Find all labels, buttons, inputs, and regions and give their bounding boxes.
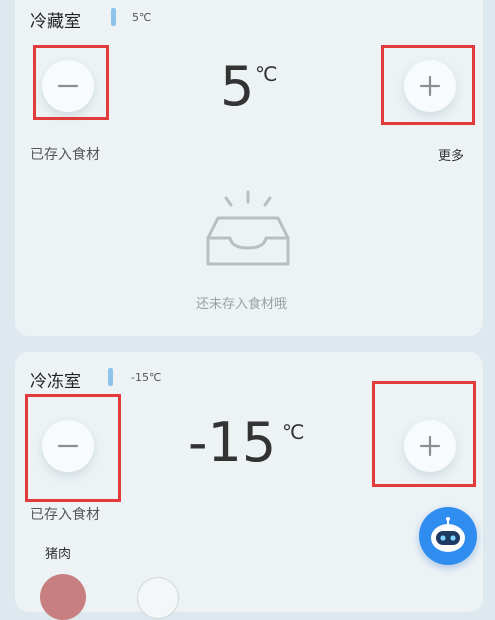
assistant-button[interactable] <box>419 507 477 565</box>
freezer-title: 冷冻室 <box>30 372 81 392</box>
fridge-temperature: 5 <box>220 55 255 118</box>
freezer-temp-indicator <box>108 368 113 386</box>
fridge-increase-highlight <box>381 45 475 125</box>
fridge-temp-unit: ℃ <box>255 62 278 86</box>
fridge-small-temp: 5℃ <box>132 11 152 24</box>
empty-box-icon <box>206 190 290 266</box>
freezer-temp-unit: ℃ <box>282 420 305 444</box>
freezer-temperature: -15 <box>188 411 277 474</box>
robot-assistant-icon <box>431 517 465 552</box>
add-food-thumbnail[interactable] <box>137 577 179 619</box>
fridge-title: 冷藏室 <box>30 12 81 32</box>
fridge-decrease-highlight <box>33 45 109 120</box>
freezer-stored-label: 已存入食材 <box>30 507 100 523</box>
freezer-decrease-highlight <box>25 394 121 502</box>
freezer-small-temp: -15℃ <box>131 371 162 384</box>
freezer-increase-highlight <box>372 381 476 487</box>
fridge-stored-label: 已存入食材 <box>30 147 100 163</box>
food-thumbnail[interactable] <box>40 574 86 620</box>
fridge-more-link[interactable]: 更多 <box>438 145 464 164</box>
freezer-item-label: 猪肉 <box>45 547 72 562</box>
fridge-temp-indicator <box>111 8 116 26</box>
fridge-empty-message: 还未存入食材哦 <box>196 297 288 312</box>
